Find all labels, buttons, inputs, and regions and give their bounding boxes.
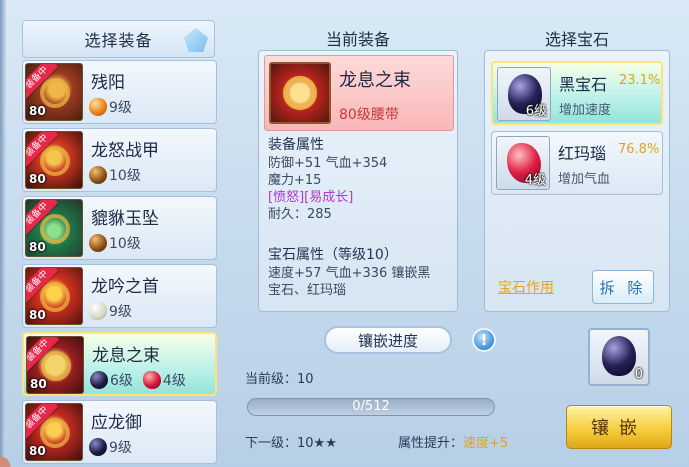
gem-function-link[interactable]: 宝石作用 — [498, 277, 554, 297]
equipment-icon: 装备中 80 — [25, 63, 83, 121]
equipment-row[interactable]: 装备中 80 龙吟之首 9级 — [22, 264, 217, 328]
gem-attributes-heading: 宝石属性（等级10） — [268, 247, 398, 263]
equipment-attributes: 装备属性 防御+51 气血+354 魔力+15 [愤怒][易成长] 耐久：285 — [268, 137, 454, 223]
current-equipment-type: 80级腰带 — [339, 107, 399, 123]
black-gem-icon — [89, 438, 107, 456]
pearl-gem-icon — [89, 302, 107, 320]
gem-level-text: 9级 — [109, 440, 132, 456]
attribute-line: 防御+51 气血+354 — [268, 156, 388, 171]
gem-rate: 76.8% — [618, 142, 660, 157]
equipment-list: 装备中 80 残阳 9级 装备中 80 龙怒战甲 10级 装备中 80 貔貅玉坠 10级 装备中 80 龙吟… — [22, 60, 217, 467]
gem-card[interactable]: 4级 红玛瑙 76.8% 增加气血 — [491, 131, 663, 195]
red-gem-icon — [142, 371, 161, 389]
equipment-row[interactable]: 装备中 80 龙息之束 6级 4级 — [22, 332, 217, 396]
gem-level: 4级 — [524, 173, 546, 188]
equipment-level-tag: 80 — [29, 308, 46, 322]
gem-level: 6级 — [525, 104, 547, 119]
equipment-gems: 10级 — [89, 233, 151, 253]
equipment-gems: 9级 — [89, 437, 142, 457]
current-equipment-name: 龙息之束 — [339, 70, 411, 91]
gem-attribute-line: 速度+57 气血+336 镶嵌黑 — [268, 266, 431, 281]
special-traits: [愤怒][易成长] — [268, 190, 354, 205]
equipment-icon: 装备中 80 — [25, 267, 83, 325]
attribute-line: 魔力+15 — [268, 173, 322, 188]
gem-level-text: 10级 — [109, 168, 141, 184]
equipment-level-tag: 80 — [29, 240, 46, 254]
equipment-gems: 9级 — [89, 301, 142, 321]
current-equipment-panel: 龙息之束 80级腰带 装备属性 防御+51 气血+354 魔力+15 [愤怒][… — [258, 50, 458, 312]
gem-level-text: 6级 — [110, 373, 133, 389]
equipment-level-tag: 80 — [29, 444, 46, 458]
stat-increase: 属性提升：速度+5 — [398, 432, 508, 451]
equipment-icon: 装备中 80 — [25, 131, 83, 189]
stat-increase-label: 属性提升： — [398, 436, 464, 451]
durability: 耐久：285 — [268, 207, 332, 222]
inlay-button[interactable]: 镶嵌 — [566, 405, 672, 449]
inlay-progress-bar: 0/512 — [247, 398, 495, 416]
inlay-progress-title: 镶嵌进度 — [324, 326, 452, 354]
equipment-name: 应龙御 — [91, 413, 142, 433]
equipment-level-tag: 80 — [30, 377, 47, 391]
equipment-gems: 10级 — [89, 165, 151, 185]
stat-increase-value: 速度+5 — [463, 436, 509, 451]
equipment-row[interactable]: 装备中 80 应龙御 9级 — [22, 400, 217, 464]
remove-gem-button[interactable]: 拆 除 — [592, 270, 654, 304]
equipment-list-header: 选择装备 — [22, 20, 215, 58]
next-level: 下一级：10★★ — [245, 436, 337, 451]
gem-selection-title: 选择宝石 — [544, 30, 609, 49]
black-gem-icon — [602, 336, 636, 376]
equipment-level-tag: 80 — [29, 104, 46, 118]
gem-card[interactable]: 6级 黑宝石 23.1% 增加速度 — [491, 61, 663, 125]
current-level: 当前级：10 — [245, 372, 314, 387]
equipment-name: 龙吟之首 — [91, 277, 159, 297]
gem-level-text: 9级 — [109, 304, 132, 320]
equipment-gems: 6级 4级 — [90, 370, 196, 390]
gem-attribute-line: 宝石、红玛瑙 — [268, 283, 347, 298]
equipment-name: 龙息之束 — [92, 346, 160, 366]
gem-level-text: 10级 — [109, 236, 141, 252]
gem-slot[interactable]: 0 — [588, 328, 650, 386]
equipment-icon: 装备中 80 — [25, 403, 83, 461]
crystal-icon — [184, 28, 208, 52]
equipment-row[interactable]: 装备中 80 龙怒战甲 10级 — [22, 128, 217, 192]
current-equipment-title: 当前装备 — [325, 30, 390, 49]
black-gem-icon — [90, 371, 108, 389]
gem-name: 红玛瑙 — [558, 144, 607, 163]
equipment-name: 龙怒战甲 — [91, 141, 159, 161]
gem-name: 黑宝石 — [559, 75, 608, 94]
gem-attributes: 宝石属性（等级10） 速度+57 气血+336 镶嵌黑 宝石、红玛瑙 — [268, 247, 454, 307]
orange-gem-icon — [89, 98, 107, 116]
gem-level-text: 9级 — [109, 100, 132, 116]
equipment-icon: 装备中 80 — [25, 199, 83, 257]
gem-thumb: 6级 — [497, 67, 551, 121]
equipment-row[interactable]: 装备中 80 貔貅玉坠 10级 — [22, 196, 217, 260]
equipment-level-tag: 80 — [29, 172, 46, 186]
equipment-name: 残阳 — [91, 73, 125, 93]
equipment-name: 貔貅玉坠 — [91, 209, 159, 229]
info-icon[interactable]: ! — [472, 328, 496, 352]
gem-description: 增加气血 — [558, 172, 611, 187]
gem-rate: 23.1% — [619, 73, 661, 88]
brown-gem-icon — [89, 234, 107, 252]
equipment-row[interactable]: 装备中 80 残阳 9级 — [22, 60, 217, 124]
equipment-gems: 9级 — [89, 97, 142, 117]
equipment-icon: 装备中 80 — [26, 336, 84, 394]
gem-thumb: 4级 — [496, 136, 550, 190]
frame-ornament — [0, 407, 18, 467]
gem-level-text: 4级 — [162, 373, 186, 389]
gem-description: 增加速度 — [559, 103, 612, 118]
current-equipment-header: 龙息之束 80级腰带 — [264, 55, 454, 131]
equipment-attributes-heading: 装备属性 — [268, 137, 324, 153]
progress-text: 0/512 — [352, 399, 390, 414]
brown-gem-icon — [89, 166, 107, 184]
frame-edge — [0, 0, 6, 467]
equipment-list-title: 选择装备 — [84, 31, 153, 50]
belt-icon — [269, 62, 331, 124]
gem-slot-count: 0 — [634, 367, 643, 382]
